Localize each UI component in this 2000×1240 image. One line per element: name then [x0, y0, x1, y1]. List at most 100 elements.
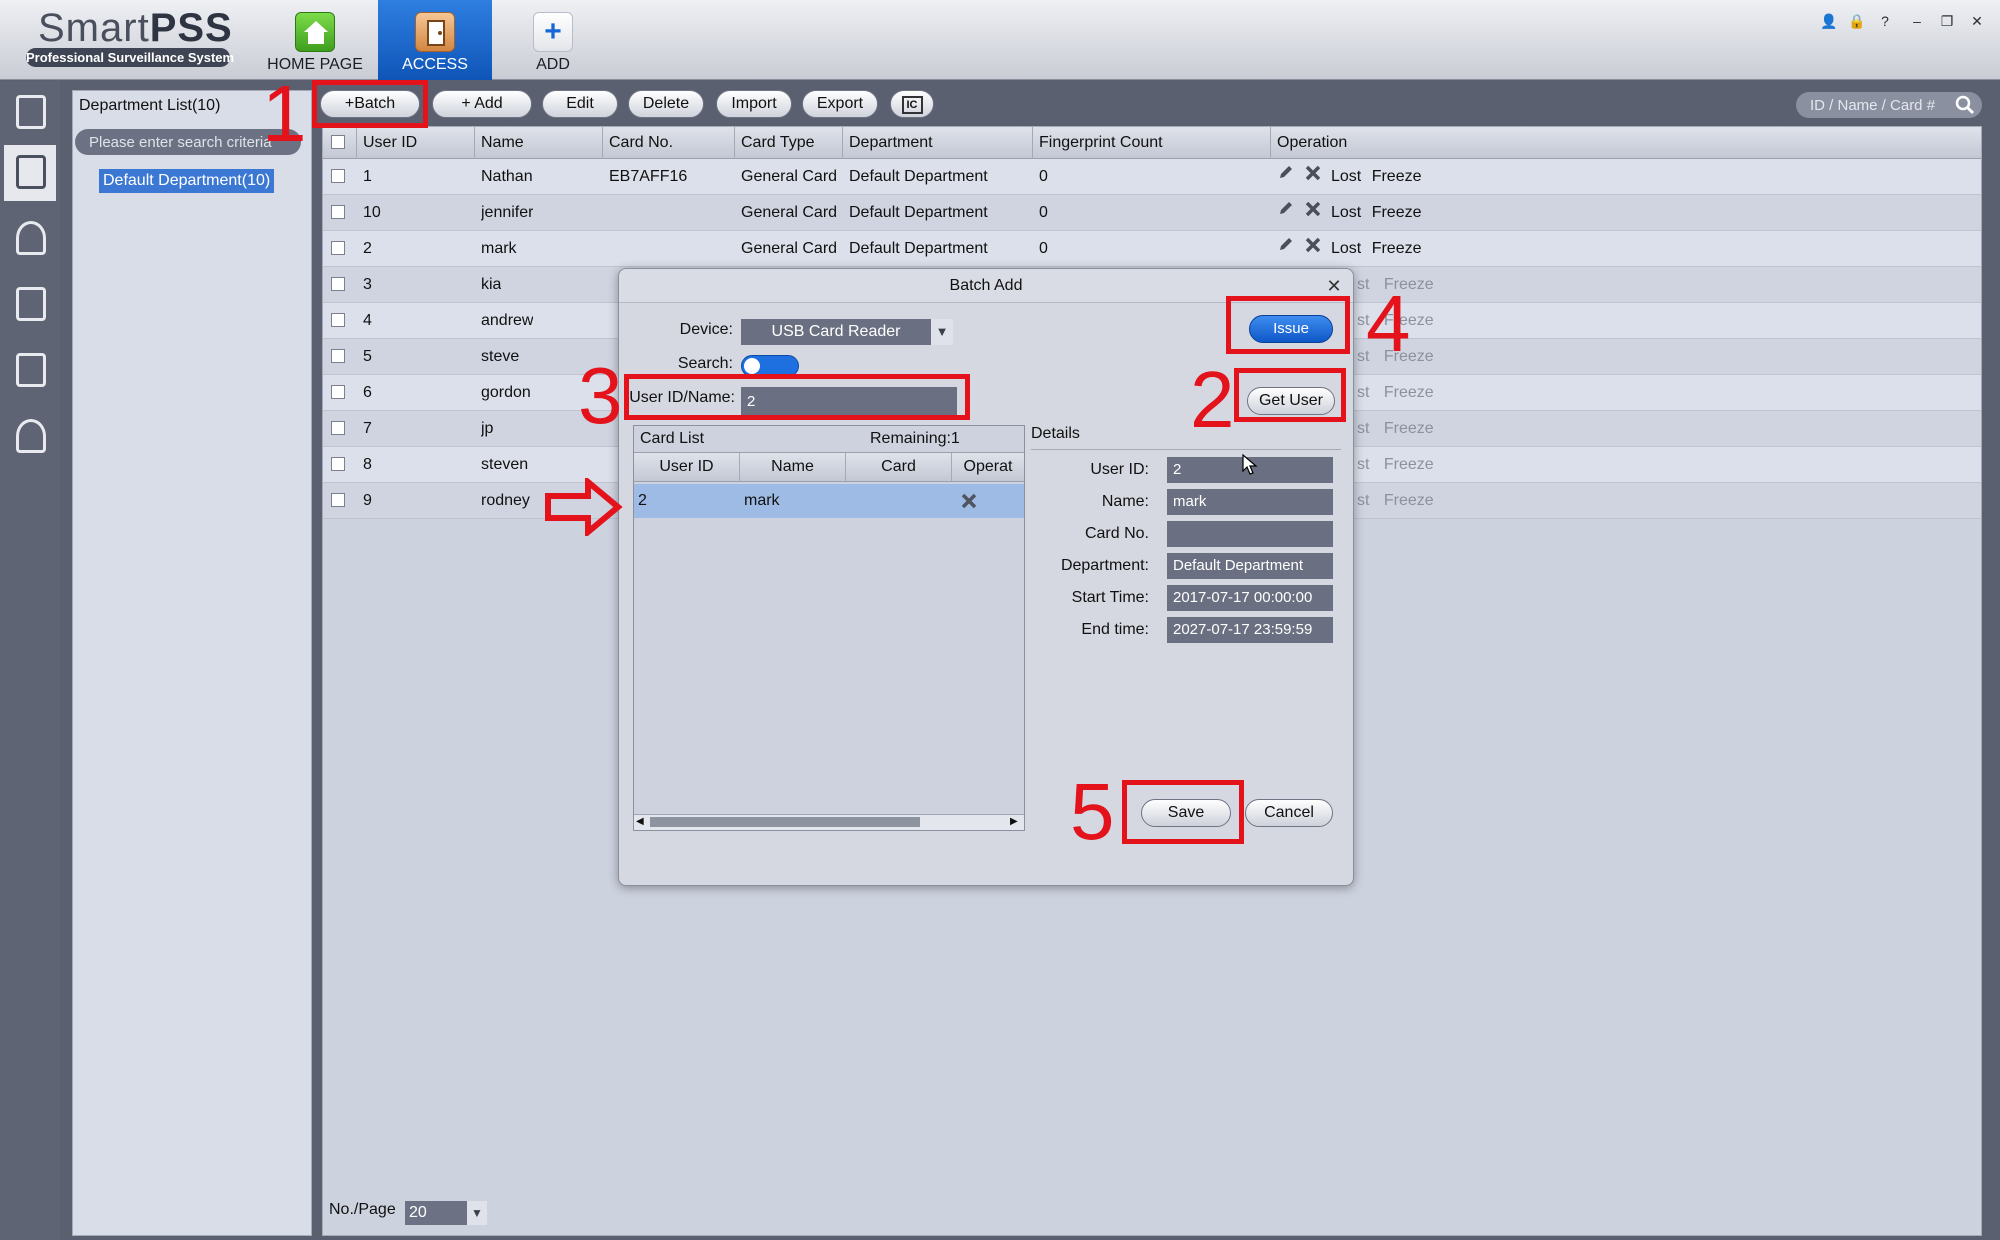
col-name[interactable]: Name — [475, 127, 603, 159]
table-row[interactable]: 1 Nathan EB7AFF16 General Card Default Depar… — [323, 159, 1981, 195]
col-department[interactable]: Department — [843, 127, 1033, 159]
card-list-columns: User ID Name Card Operat — [634, 452, 1024, 482]
device-select[interactable]: USB Card Reader — [741, 319, 931, 345]
horizontal-scrollbar[interactable]: ◀ ▶ — [634, 814, 1024, 830]
edit-pencil-icon[interactable] — [1277, 159, 1295, 195]
rail-door-person-icon[interactable] — [4, 277, 56, 333]
door-icon — [415, 12, 455, 52]
select-all-checkbox[interactable] — [331, 135, 345, 149]
search-icon[interactable] — [1954, 94, 1976, 116]
page-size-label: No./Page — [329, 1201, 396, 1218]
card-list-row[interactable]: 2 mark — [634, 484, 1024, 518]
row-checkbox[interactable] — [331, 421, 345, 435]
row-checkbox[interactable] — [331, 493, 345, 507]
col-fingerprint-count[interactable]: Fingerprint Count — [1033, 127, 1271, 159]
lost-link[interactable]: st — [1357, 456, 1369, 473]
nav-tab-add[interactable]: + ADD — [500, 0, 606, 80]
lost-link[interactable]: st — [1357, 384, 1369, 401]
chevron-down-icon[interactable]: ▼ — [931, 319, 953, 345]
delete-x-icon[interactable] — [1305, 195, 1321, 231]
chevron-down-icon[interactable]: ▼ — [467, 1201, 487, 1225]
freeze-link[interactable]: Freeze — [1384, 492, 1434, 509]
row-checkbox[interactable] — [331, 313, 345, 327]
freeze-link[interactable]: Freeze — [1384, 384, 1434, 401]
app-logo: SmartPSS — [38, 6, 233, 51]
col-user-id[interactable]: User ID — [357, 127, 475, 159]
rail-door-icon[interactable] — [4, 85, 56, 141]
freeze-link[interactable]: Freeze — [1372, 204, 1422, 221]
scrollbar-thumb[interactable] — [650, 817, 920, 827]
lock-icon[interactable]: 🔒 — [1846, 10, 1868, 32]
table-row[interactable]: 10 jennifer General Card Default Department… — [323, 195, 1981, 231]
row-checkbox[interactable] — [331, 277, 345, 291]
annotation-box-2 — [1234, 368, 1346, 422]
table-row[interactable]: 2 mark General Card Default Department 0 Lost… — [323, 231, 1981, 267]
detail-department-field[interactable]: Default Department — [1167, 553, 1333, 579]
row-checkbox[interactable] — [331, 205, 345, 219]
delete-x-icon[interactable] — [1305, 231, 1321, 267]
detail-card-no-field[interactable] — [1167, 521, 1333, 547]
detail-start-time-field[interactable]: 2017-07-17 00:00:00 — [1167, 585, 1333, 611]
delete-x-icon[interactable] — [960, 492, 978, 510]
cl-col-user-id[interactable]: User ID — [634, 453, 740, 481]
edit-button[interactable]: Edit — [542, 90, 618, 118]
user-icon[interactable]: 👤 — [1818, 10, 1840, 32]
annotation-arrow-icon — [544, 475, 624, 539]
export-button[interactable]: Export — [802, 90, 878, 118]
add-button[interactable]: + Add — [432, 90, 532, 118]
row-checkbox[interactable] — [331, 169, 345, 183]
card-list-title: Card List — [640, 430, 705, 447]
cl-col-name[interactable]: Name — [740, 453, 846, 481]
user-key-icon — [16, 221, 46, 255]
detail-name-field[interactable]: mark — [1167, 489, 1333, 515]
lost-link[interactable]: Lost — [1331, 204, 1361, 221]
lost-link[interactable]: Lost — [1331, 168, 1361, 185]
nav-tab-home[interactable]: HOME PAGE — [262, 0, 368, 80]
rail-clipboard-search-icon[interactable] — [4, 343, 56, 399]
logo-subtitle: Professional Surveillance System — [26, 48, 235, 67]
annotation-box-3 — [624, 374, 970, 420]
row-checkbox[interactable] — [331, 457, 345, 471]
lost-link[interactable]: Lost — [1331, 240, 1361, 257]
row-checkbox[interactable] — [331, 349, 345, 363]
scroll-right-icon[interactable]: ▶ — [1010, 816, 1018, 827]
close-icon[interactable]: ✕ — [1323, 275, 1345, 297]
freeze-link[interactable]: Freeze — [1384, 420, 1434, 437]
delete-x-icon[interactable] — [1305, 159, 1321, 195]
cl-col-card[interactable]: Card — [846, 453, 952, 481]
col-card-no[interactable]: Card No. — [603, 127, 735, 159]
cell-name: steve — [481, 348, 520, 365]
edit-pencil-icon[interactable] — [1277, 195, 1295, 231]
cancel-button[interactable]: Cancel — [1245, 799, 1333, 827]
minimize-icon[interactable]: – — [1906, 10, 1928, 32]
rail-user-clock-icon[interactable] — [4, 409, 56, 465]
cell-name: andrew — [481, 312, 534, 329]
cell-user-id: 7 — [363, 420, 372, 437]
lost-link[interactable]: st — [1357, 492, 1369, 509]
operation-cell: st Freeze — [1357, 483, 1434, 519]
freeze-link[interactable]: Freeze — [1372, 240, 1422, 257]
cell-user-id: 10 — [363, 204, 381, 221]
close-icon[interactable]: ✕ — [1966, 10, 1988, 32]
scroll-left-icon[interactable]: ◀ — [636, 816, 644, 827]
restore-icon[interactable]: ❐ — [1936, 10, 1958, 32]
card-reader-button[interactable]: IC — [890, 90, 934, 118]
rail-user-key-icon[interactable] — [4, 211, 56, 267]
cell-department: Default Department — [849, 168, 988, 185]
nav-tab-access[interactable]: ACCESS — [378, 0, 492, 80]
rail-person-card-icon[interactable] — [4, 145, 56, 201]
operation-cell: Lost Freeze — [1277, 195, 1422, 231]
lost-link[interactable]: st — [1357, 420, 1369, 437]
freeze-link[interactable]: Freeze — [1372, 168, 1422, 185]
detail-end-time-field[interactable]: 2027-07-17 23:59:59 — [1167, 617, 1333, 643]
edit-pencil-icon[interactable] — [1277, 231, 1295, 267]
delete-button[interactable]: Delete — [628, 90, 704, 118]
department-item-default[interactable]: Default Department(10) — [99, 169, 275, 193]
help-icon[interactable]: ? — [1874, 10, 1896, 32]
row-checkbox[interactable] — [331, 241, 345, 255]
col-card-type[interactable]: Card Type — [735, 127, 843, 159]
row-checkbox[interactable] — [331, 385, 345, 399]
freeze-link[interactable]: Freeze — [1384, 456, 1434, 473]
import-button[interactable]: Import — [716, 90, 792, 118]
cell-name: rodney — [481, 492, 530, 509]
